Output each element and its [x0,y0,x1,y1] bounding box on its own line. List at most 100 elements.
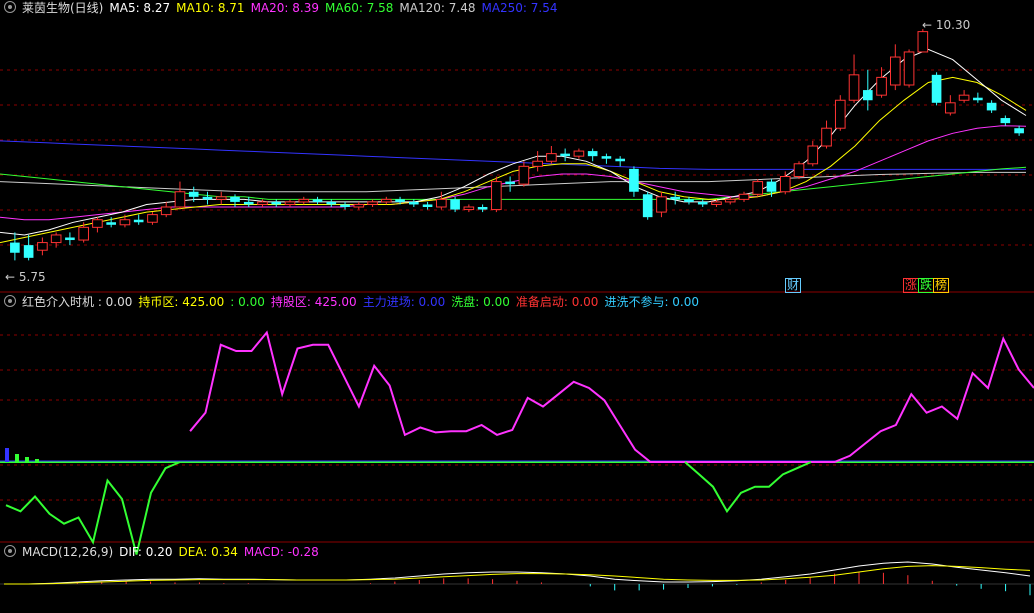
candle-body-up [807,145,819,165]
price-legend-item-4: MA120: 7.48 [399,1,476,15]
candle-body-down [188,191,199,197]
candle-body-down [422,204,433,207]
candle-body-down [986,102,997,111]
candle-body-up [284,201,296,205]
macd-legend-item-2: DEA: 0.34 [178,545,238,559]
candle-body-down [1000,118,1011,124]
candle-body-down [601,156,612,159]
candle-body-up [298,198,310,203]
badge-finance[interactable]: 财 [785,278,802,293]
indicator-small-bar [15,454,19,462]
candle-body-up [119,219,131,226]
low-price-label: ← 5.75 [5,270,46,284]
candle-body-down [1014,128,1024,134]
candle-body-down [587,151,598,157]
price-legend-item-0: MA5: 8.27 [109,1,171,15]
macd-legend-item-0: MACD(12,26,9) [22,545,114,559]
candle-body-up [37,242,48,251]
candle-body-down [312,199,323,202]
candle-body-down [243,201,254,205]
candle-body-down [931,74,942,103]
indicator-legend-item-6: 准备启动: 0.00 [515,295,599,309]
candle-body-down [862,90,873,101]
candle-body-up [848,74,860,101]
candle-body-down [23,245,34,258]
candle-body-up [793,163,805,178]
candle-body-up [380,198,392,203]
macd-panel-header: MACD(12,26,9) DIF: 0.20 DEA: 0.34 MACD: -0.… [4,544,331,560]
candle-body-up [656,196,667,213]
indicator-panel-header: 红色介入时机 : 0.00 持币区: 425.00: 0.00 持股区: 425.0… [4,294,711,310]
ma-line-ma5 [0,48,1027,236]
badge-rank[interactable]: 榜 [933,278,950,293]
macd-legend: MACD(12,26,9) DIF: 0.20 DEA: 0.34 MACD: -0.… [22,545,325,559]
candle-body-down [684,199,694,202]
indicator-legend-item-1: 持币区: 425.00 [138,295,225,309]
candle-body-up [945,102,956,114]
stock-title: 莱茵生物(日线) [22,1,104,15]
high-price-value: 10.30 [935,18,971,32]
hold-zone-line [189,330,1034,463]
indicator-legend-item-4: 主力进场: 0.00 [362,295,446,309]
candle-body-up [436,198,447,208]
indicator-legend: 红色介入时机 : 0.00 持币区: 425.00: 0.00 持股区: 425.0… [22,295,705,309]
cash-zone-line [5,461,181,555]
candle-body-up [903,51,915,86]
candle-body-down [202,196,213,200]
gear-icon[interactable] [4,1,16,13]
indicator-legend-item-7: 进洗不参与: 0.00 [604,295,700,309]
candle-body-up [889,56,901,86]
macd-legend-item-3: MACD: -0.28 [243,545,319,559]
candle-body-up [92,219,103,228]
price-panel-header: 莱茵生物(日线) MA5: 8.27 MA10: 8.71 MA20: 8.39 MA6… [4,0,570,16]
candle-body-up [491,181,502,211]
candle-body-down [560,153,570,157]
candle-body-up [711,201,722,205]
candle-body-up [353,203,365,208]
candle-body-down [271,201,282,205]
candle-body-up [160,206,172,216]
candle-body-down [409,201,419,205]
candle-body-down [697,201,708,205]
badge-rise[interactable]: 涨 [903,278,920,293]
indicator-legend-item-5: 洗盘: 0.00 [451,295,510,309]
gear-icon[interactable] [4,295,16,307]
candle-body-down [133,219,144,223]
cash-zone-line [684,461,812,514]
low-price-value: 5.75 [18,270,46,284]
candle-body-down [973,97,983,101]
badge-fall[interactable]: 跌 [918,278,935,293]
candle-body-up [779,176,791,193]
price-legend-item-1: MA10: 8.71 [176,1,245,15]
candle-body-down [505,181,515,185]
candle-body-down [766,181,777,192]
candle-body-up [532,160,543,167]
candle-body-up [834,99,846,129]
candle-body-down [106,222,116,225]
candle-body-down [340,204,350,207]
candle-body-up [215,196,227,200]
gear-icon[interactable] [4,545,16,557]
high-price-label: ← 10.30 [922,18,971,32]
candle-body-up [147,214,158,223]
candle-body-up [518,165,530,185]
candle-body-down [642,194,653,218]
candle-body-down [629,168,639,192]
indicator-legend-item-3: 持股区: 425.00 [270,295,357,309]
candle-body-up [78,226,89,241]
indicator-small-bar [35,459,39,462]
indicator-legend-item-2: : 0.00 [230,295,265,309]
candle-body-down [395,199,405,202]
candle-body-up [917,31,929,53]
candle-body-down [477,207,488,210]
candle-body-down [326,201,337,205]
candle-body-up [724,198,736,203]
candle-body-up [546,153,557,162]
price-legend-item-2: MA20: 8.39 [250,1,319,15]
candle-body-up [958,94,970,101]
candle-body-up [50,234,62,244]
candle-body-down [230,196,240,202]
candle-body-down [670,196,681,200]
candle-body-down [615,158,625,162]
candle-body-up [821,127,832,147]
